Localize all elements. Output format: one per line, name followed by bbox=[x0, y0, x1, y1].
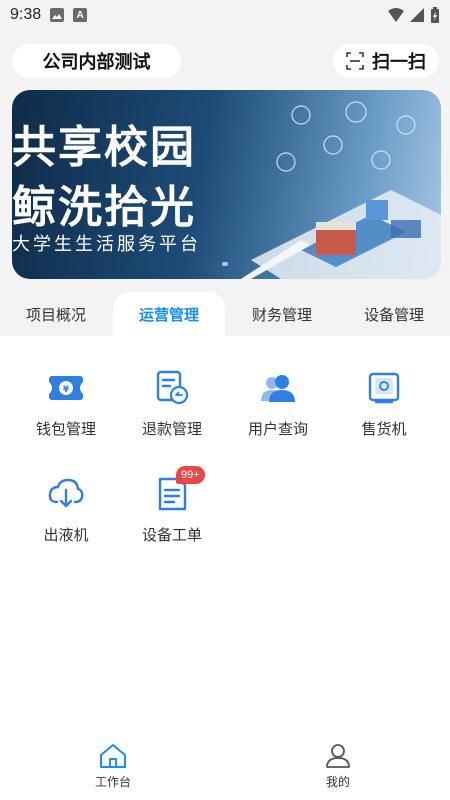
nav-item-workbench[interactable]: 工作台 bbox=[53, 743, 173, 790]
users-icon bbox=[258, 368, 298, 408]
banner-subtitle: 大学生生活服务平台 bbox=[12, 234, 201, 255]
bottom-nav: 工作台 我的 bbox=[0, 735, 450, 800]
image-icon bbox=[50, 8, 65, 22]
status-time: 9:38 bbox=[10, 6, 42, 23]
grid-item-label: 退款管理 bbox=[141, 420, 202, 438]
nav-item-mine[interactable]: 我的 bbox=[278, 743, 398, 790]
grid-item-work-order[interactable]: 99+ 设备工单 bbox=[122, 466, 222, 554]
banner-pager-indicator bbox=[222, 262, 228, 266]
scan-icon bbox=[346, 52, 364, 70]
tab-bar: 项目概况 运营管理 财务管理 设备管理 bbox=[0, 292, 450, 336]
grid-item-refund[interactable]: 退款管理 bbox=[122, 368, 222, 448]
home-icon bbox=[100, 744, 126, 768]
a-notification-icon: A bbox=[73, 8, 88, 22]
refund-icon bbox=[152, 368, 192, 408]
grid-item-label: 用户查询 bbox=[247, 420, 308, 438]
banner-title-line1: 共享校园 bbox=[12, 122, 196, 173]
signal-icon bbox=[410, 8, 424, 22]
grid-item-vending-machine[interactable]: 售货机 bbox=[334, 368, 434, 448]
tab-operations[interactable]: 运营管理 bbox=[113, 292, 225, 336]
work-order-icon: 99+ bbox=[152, 466, 205, 514]
campus-illustration bbox=[241, 101, 441, 279]
work-order-badge: 99+ bbox=[176, 466, 205, 484]
nav-label: 工作台 bbox=[94, 775, 131, 789]
svg-text:¥: ¥ bbox=[63, 385, 70, 395]
battery-charging-icon bbox=[431, 7, 439, 23]
grid-item-wallet[interactable]: ¥ 钱包管理 bbox=[16, 368, 116, 448]
grid-item-user-query[interactable]: 用户查询 bbox=[228, 368, 328, 448]
banner-title-line2: 鲸洗拾光 bbox=[12, 182, 196, 233]
tab-device[interactable]: 设备管理 bbox=[338, 292, 450, 336]
company-name: 公司内部测试 bbox=[42, 52, 151, 73]
scan-button[interactable]: 扫一扫 bbox=[333, 44, 439, 78]
grid-item-liquid-dispenser[interactable]: 出液机 bbox=[16, 474, 116, 554]
wifi-icon bbox=[388, 8, 404, 22]
company-selector[interactable]: 公司内部测试 bbox=[12, 44, 181, 78]
vending-machine-icon bbox=[364, 368, 404, 408]
status-bar: 9:38 A bbox=[0, 0, 450, 30]
user-icon bbox=[326, 744, 350, 768]
scan-label: 扫一扫 bbox=[372, 52, 426, 73]
tab-project-overview[interactable]: 项目概况 bbox=[0, 292, 112, 336]
nav-label: 我的 bbox=[325, 775, 350, 789]
grid-item-label: 设备工单 bbox=[141, 526, 202, 544]
promo-banner[interactable]: 共享校园 鲸洗拾光 大学生生活服务平台 bbox=[12, 90, 441, 279]
wallet-icon: ¥ bbox=[46, 368, 86, 408]
grid-item-label: 售货机 bbox=[361, 420, 407, 438]
grid-item-label: 出液机 bbox=[43, 526, 89, 544]
liquid-dispenser-icon bbox=[46, 474, 86, 514]
grid-item-label: 钱包管理 bbox=[35, 420, 96, 438]
tab-finance[interactable]: 财务管理 bbox=[226, 292, 338, 336]
